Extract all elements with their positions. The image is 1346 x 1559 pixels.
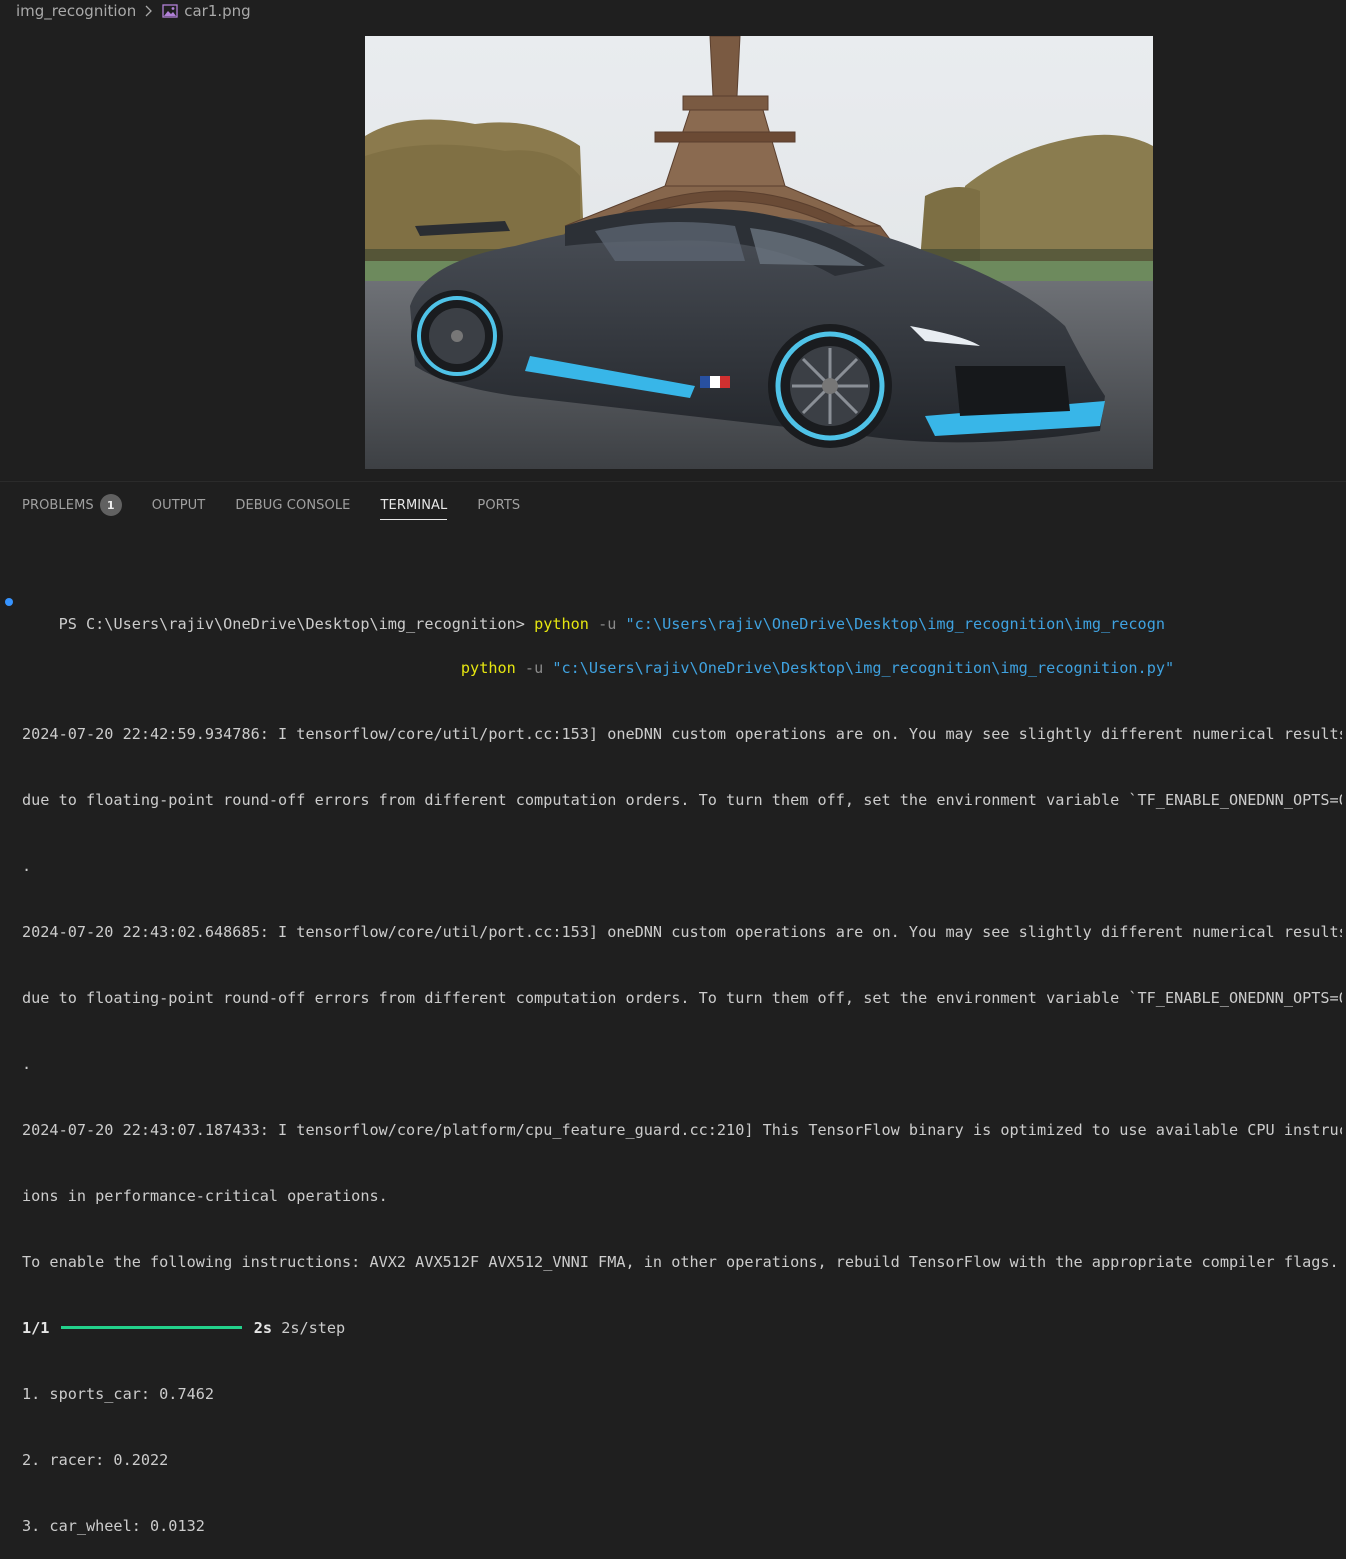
command-flag: -u: [588, 615, 626, 633]
progress-time: 2s: [253, 1319, 273, 1337]
terminal-indent: [22, 659, 461, 677]
terminal-command-line: PS C:\Users\rajiv\OneDrive\Desktop\img_r…: [5, 591, 1342, 633]
prediction-result: 1. sports_car: 0.7462: [22, 1385, 215, 1403]
terminal-log-line: 2024-07-20 22:43:02.648685: I tensorflow…: [22, 923, 1342, 941]
tab-debug-console[interactable]: DEBUG CONSOLE: [235, 490, 350, 520]
terminal-prompt: PS C:\Users\rajiv\OneDrive\Desktop\img_r…: [58, 615, 535, 633]
car-photo: [365, 36, 1153, 469]
tab-debug-console-label: DEBUG CONSOLE: [235, 497, 351, 513]
terminal-log-line: ions in performance-critical operations.: [22, 1187, 388, 1205]
tab-terminal-label: TERMINAL: [380, 497, 448, 513]
tab-output-label: OUTPUT: [151, 497, 206, 513]
terminal-log-line: 2024-07-20 22:42:59.934786: I tensorflow…: [22, 725, 1342, 743]
command-status-dot-icon: [5, 598, 13, 606]
tab-output[interactable]: OUTPUT: [152, 490, 206, 520]
prediction-result: 2. racer: 0.2022: [22, 1451, 169, 1469]
prediction-result: 3. car_wheel: 0.0132: [22, 1517, 205, 1535]
command-argument: "c:\Users\rajiv\OneDrive\Desktop\img_rec…: [625, 615, 1165, 633]
terminal-log-line: To enable the following instructions: AV…: [22, 1253, 1339, 1271]
image-preview: [365, 36, 1153, 469]
terminal-log-line: due to floating-point round-off errors f…: [22, 791, 1342, 809]
progress-bar: [60, 1325, 242, 1329]
progress-rate: 2s/step: [272, 1319, 346, 1337]
breadcrumb-file[interactable]: car1.png: [184, 2, 250, 20]
breadcrumb: img_recognition car1.png: [16, 0, 251, 22]
tab-ports[interactable]: PORTS: [477, 490, 520, 520]
terminal-command-line-wrap: python -u "c:\Users\rajiv\OneDrive\Deskt…: [22, 657, 1342, 679]
chevron-right-icon: [142, 4, 156, 18]
terminal-log-line: 2024-07-20 22:43:07.187433: I tensorflow…: [22, 1121, 1342, 1139]
terminal-log-line: .: [22, 857, 32, 875]
tab-ports-label: PORTS: [477, 497, 521, 513]
problems-count-badge: 1: [99, 494, 122, 516]
tab-terminal[interactable]: TERMINAL: [380, 490, 448, 520]
command-flag: -u: [515, 659, 553, 677]
progress-count: 1/1: [22, 1319, 50, 1337]
panel-tabs: PROBLEMS 1 OUTPUT DEBUG CONSOLE TERMINAL…: [22, 490, 550, 520]
terminal-log-line: due to floating-point round-off errors f…: [22, 989, 1342, 1007]
tab-problems[interactable]: PROBLEMS 1: [22, 490, 122, 520]
command-name: python: [460, 659, 516, 677]
terminal-progress-line: 1/1 2s 2s/step: [22, 1317, 1342, 1339]
command-argument: "c:\Users\rajiv\OneDrive\Desktop\img_rec…: [552, 659, 1175, 677]
panel-divider: [0, 481, 1346, 482]
breadcrumb-folder[interactable]: img_recognition: [16, 2, 136, 20]
tab-problems-label: PROBLEMS: [22, 497, 94, 513]
terminal-output[interactable]: PS C:\Users\rajiv\OneDrive\Desktop\img_r…: [5, 547, 1342, 1559]
image-file-icon: [162, 4, 178, 18]
command-name: python: [534, 615, 589, 633]
terminal-log-line: .: [22, 1055, 32, 1073]
